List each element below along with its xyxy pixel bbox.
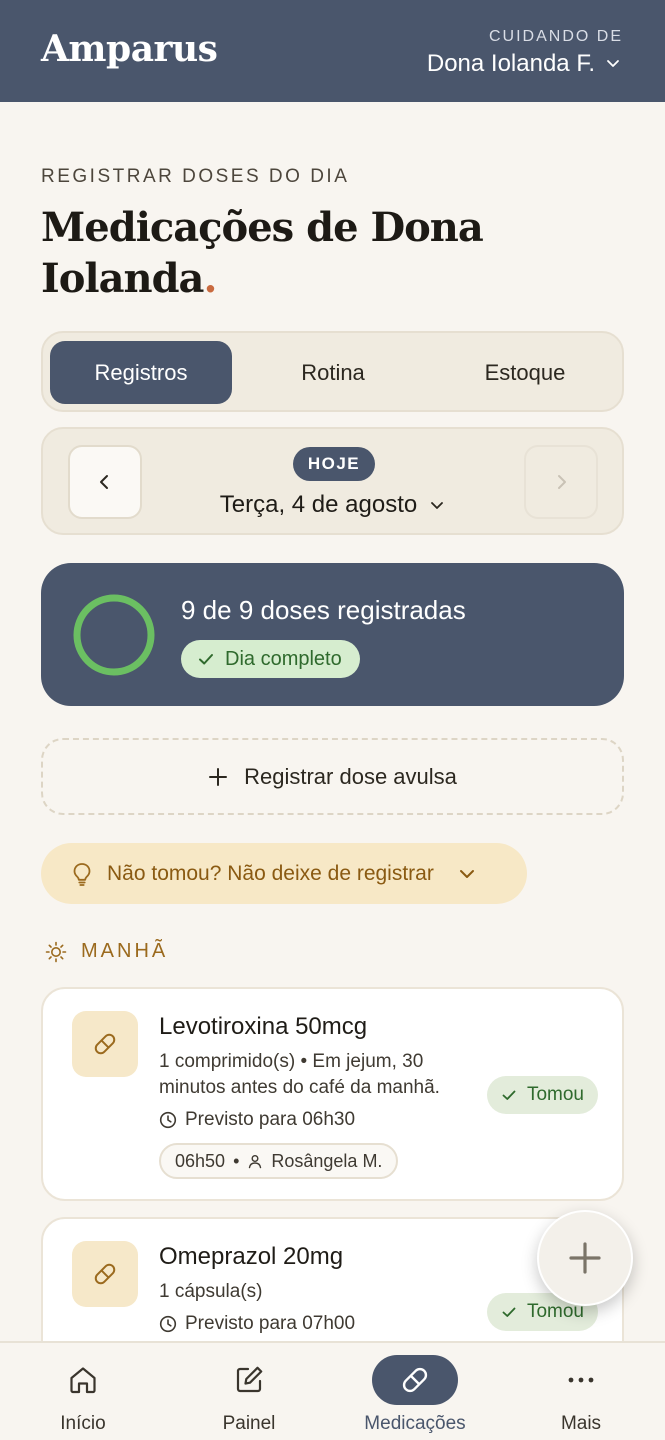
tab-rotina[interactable]: Rotina [242, 341, 424, 404]
separator-dot: • [233, 1150, 240, 1171]
chevron-right-icon [558, 475, 566, 489]
title-accent-dot: . [203, 255, 217, 302]
page-eyebrow: REGISTRAR DOSES DO DIA [41, 166, 350, 187]
medication-description: 1 cápsula(s) [159, 1281, 263, 1302]
missed-dose-tip[interactable]: Não tomou? Não deixe de registrar [41, 843, 527, 904]
patient-name: Dona Iolanda F. [426, 50, 595, 77]
nav-label: Início [60, 1413, 106, 1434]
caregiver-name: Rosângela M. [271, 1150, 383, 1171]
check-icon [199, 654, 213, 665]
nav-medicacoes[interactable]: Medicações [332, 1343, 498, 1440]
pill-icon [372, 1355, 458, 1405]
daily-summary-card: 9 de 9 doses registradas Dia completo [41, 563, 624, 706]
page-title: Medicações de Dona Iolanda. [41, 202, 601, 304]
nav-label: Painel [222, 1413, 276, 1434]
plus-icon [209, 767, 228, 786]
check-icon [502, 1307, 516, 1317]
medication-name: Levotiroxina 50mcg [159, 1013, 368, 1040]
scheduled-time-label: Previsto para 06h30 [185, 1109, 356, 1130]
clock-icon [159, 1111, 177, 1129]
progress-ring [73, 594, 155, 676]
nav-painel[interactable]: Painel [166, 1343, 332, 1440]
patient-selector[interactable]: Dona Iolanda F. [427, 50, 621, 78]
bottom-navigation: Início Painel Medicações Mais [0, 1341, 665, 1440]
tab-registros[interactable]: Registros [50, 341, 232, 404]
nav-label: Mais [560, 1413, 602, 1434]
section-label: MANHÃ [81, 940, 169, 962]
clock-icon [159, 1315, 177, 1333]
nav-label: Medicações [364, 1413, 466, 1434]
more-icon [538, 1355, 624, 1405]
scheduled-time-label: Previsto para 07h00 [185, 1313, 356, 1334]
pill-icon [72, 1011, 138, 1077]
page-title-text: Medicações de Dona Iolanda [41, 204, 484, 302]
plus-icon [569, 1242, 601, 1274]
check-icon [502, 1090, 516, 1100]
day-complete-label: Dia completo [225, 647, 342, 670]
add-extra-dose-button[interactable]: Registrar dose avulsa [41, 738, 624, 815]
taken-status-badge[interactable]: Tomou [486, 1076, 598, 1114]
chevron-left-icon [100, 475, 108, 489]
tab-estoque[interactable]: Estoque [434, 341, 616, 404]
current-date: Terça, 4 de agosto [219, 491, 418, 518]
date-selector: HOJE Terça, 4 de agosto [41, 427, 624, 535]
chevron-down-icon [459, 869, 474, 878]
chevron-down-icon [431, 502, 444, 509]
doses-summary: 9 de 9 doses registradas [181, 595, 466, 625]
day-complete-badge: Dia completo [181, 640, 360, 678]
add-extra-dose-label: Registrar dose avulsa [244, 763, 457, 789]
taken-time: 06h50 [175, 1150, 226, 1171]
user-icon [249, 1155, 262, 1169]
scheduled-time: Previsto para 06h30 [159, 1109, 355, 1131]
pill-icon [72, 1241, 138, 1307]
top-bar: Amparus CUIDANDO DE Dona Iolanda F. [0, 0, 665, 102]
view-tabs: Registros Rotina Estoque [41, 331, 624, 412]
add-floating-button[interactable] [537, 1210, 633, 1306]
status-label: Tomou [526, 1084, 584, 1105]
caring-for-label: CUIDANDO DE [488, 28, 623, 45]
nav-inicio[interactable]: Início [0, 1343, 166, 1440]
chevron-down-icon [605, 50, 621, 78]
next-day-button[interactable] [524, 445, 598, 519]
sun-icon [45, 941, 67, 962]
brand-logo: Amparus [41, 28, 218, 70]
medication-description: 1 comprimido(s) • Em jejum, 30 minutos a… [159, 1051, 440, 1098]
taken-record-tag: 06h50 • Rosângela M. [159, 1143, 399, 1179]
scheduled-time: Previsto para 07h00 [159, 1313, 355, 1335]
medication-card[interactable]: Levotiroxina 50mcg 1 comprimido(s) • Em … [41, 987, 624, 1201]
today-badge: HOJE [293, 447, 375, 481]
nav-mais[interactable]: Mais [498, 1343, 664, 1440]
lightbulb-icon [73, 862, 91, 886]
medication-name: Omeprazol 20mg [159, 1243, 344, 1270]
missed-dose-tip-label: Não tomou? Não deixe de registrar [107, 861, 434, 885]
edit-icon [206, 1355, 292, 1405]
home-icon [40, 1355, 126, 1405]
morning-section-header: MANHÃ [45, 940, 168, 963]
